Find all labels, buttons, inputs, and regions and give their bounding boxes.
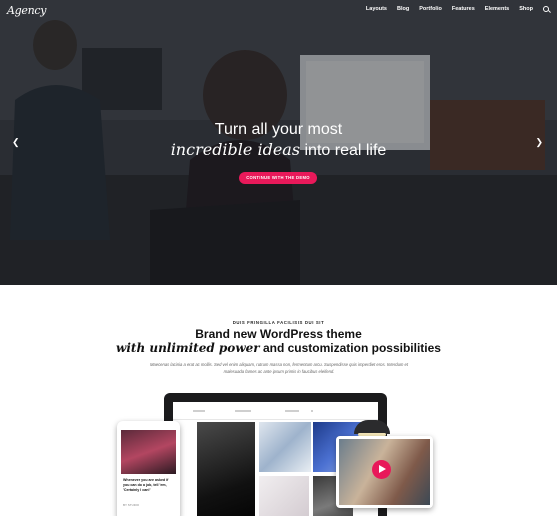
hero-heading-rest: into real life [300,142,387,159]
phone-mockup: Whenever you are asked if you can do a j… [117,421,180,516]
gallery-tile-architecture [259,422,311,472]
section-heading-line2: with unlimited power and customization p… [0,341,557,355]
chevron-left-icon[interactable]: ❮ [12,137,20,148]
phone-post-title: Whenever you are asked if you can do a j… [123,478,169,492]
section-eyebrow: DUIS FRINGILLA FACILISIS DUI SIT [232,320,325,325]
chevron-right-icon[interactable]: ❯ [535,137,543,148]
menu-item-elements[interactable]: Elements [485,6,509,12]
play-icon[interactable] [372,460,391,479]
phone-post-meta: BY STUDIO [123,503,140,507]
menu-item-shop[interactable]: Shop [519,6,533,12]
section-heading-line1: Brand new WordPress theme [195,327,362,341]
hero-heading-line1: Turn all your most [214,121,343,138]
gallery-tile-flower [259,476,309,516]
logo[interactable]: Agency [7,4,46,17]
hero-heading-line2: incredible ideas into real life [0,140,557,160]
phone-post-image [121,430,176,474]
top-navigation: Agency Layouts Blog Portfolio Features E… [0,0,557,24]
main-menu: Layouts Blog Portfolio Features Elements… [366,6,549,12]
section-heading-rest: and customization possibilities [259,341,441,355]
menu-item-features[interactable]: Features [452,6,475,12]
gallery-tile-portrait [197,422,255,516]
menu-item-portfolio[interactable]: Portfolio [419,6,442,12]
mockup-toolbar [173,402,378,420]
section-heading-italic: with unlimited power [116,341,260,355]
hero-heading-italic: incredible ideas [170,140,301,159]
search-icon[interactable] [543,6,549,12]
hero-slider: Agency Layouts Blog Portfolio Features E… [0,0,557,285]
menu-item-blog[interactable]: Blog [397,6,409,12]
lamp-decoration [354,420,390,436]
continue-demo-button[interactable]: CONTINUE WITH THE DEMO [239,172,317,184]
menu-item-layouts[interactable]: Layouts [366,6,387,12]
section-paragraph: Maecenas lacinia a erat ac mollis. Sed v… [149,362,409,374]
